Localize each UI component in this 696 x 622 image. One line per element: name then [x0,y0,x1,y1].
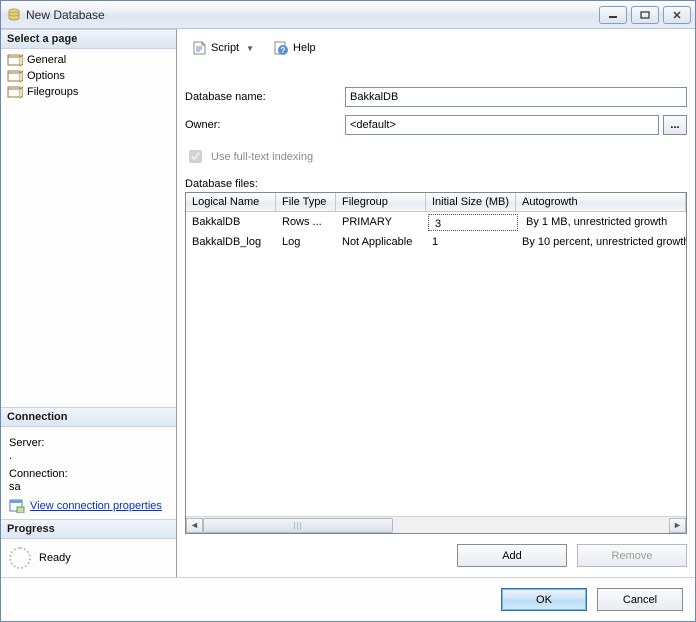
scroll-thumb[interactable]: ||| [203,518,393,533]
progress-status: Ready [39,552,71,564]
close-button[interactable] [663,6,691,24]
server-value: . [9,450,168,462]
col-file-type[interactable]: File Type [276,193,336,211]
minimize-button[interactable] [599,6,627,24]
maximize-button[interactable] [631,6,659,24]
remove-button: Remove [577,544,687,567]
cell-logical-name[interactable]: BakkalDB_log [186,234,276,250]
properties-icon [9,499,25,513]
fulltext-row: Use full-text indexing [185,137,687,174]
help-button[interactable]: ? Help [267,37,322,59]
cell-autogrowth[interactable]: By 1 MB, unrestricted growth [520,214,686,230]
cell-filegroup[interactable]: Not Applicable [336,234,426,250]
titlebar: New Database [1,1,695,29]
server-label: Server: [9,437,168,449]
col-initial-size[interactable]: Initial Size (MB) [426,193,516,211]
connection-header: Connection [1,407,176,427]
main-panel: Script ▼ ? Help Database name: Owner: .. [177,29,695,577]
fulltext-checkbox [189,150,202,163]
spinner-icon [9,547,31,569]
cell-initial-size[interactable]: 1 [426,234,516,250]
scroll-left-button[interactable]: ◄ [186,518,203,533]
select-page-header: Select a page [1,29,176,49]
page-item-filegroups[interactable]: Filegroups [1,84,176,100]
page-item-label: Filegroups [27,86,78,98]
database-files-label: Database files: [185,174,687,192]
col-autogrowth[interactable]: Autogrowth [516,193,686,211]
script-button[interactable]: Script ▼ [185,37,263,59]
toolbar: Script ▼ ? Help [185,35,687,67]
grid-body: BakkalDB Rows ... PRIMARY 3 By 1 MB, unr… [186,212,686,516]
page-item-general[interactable]: General [1,52,176,68]
connection-body: Server: . Connection: sa View connection… [1,427,176,519]
cell-initial-size[interactable]: 3 [428,214,518,231]
scroll-track[interactable]: ||| [203,518,669,533]
database-files-grid[interactable]: Logical Name File Type Filegroup Initial… [185,192,687,534]
scroll-right-button[interactable]: ► [669,518,686,533]
horizontal-scrollbar[interactable]: ◄ ||| ► [186,516,686,533]
page-item-label: General [27,54,66,66]
table-row[interactable]: BakkalDB_log Log Not Applicable 1 By 10 … [186,232,686,252]
owner-label: Owner: [185,119,345,131]
cell-autogrowth[interactable]: By 10 percent, unrestricted growth [516,234,686,250]
col-logical-name[interactable]: Logical Name [186,193,276,211]
table-row[interactable]: BakkalDB Rows ... PRIMARY 3 By 1 MB, unr… [186,212,686,232]
svg-text:?: ? [281,46,286,55]
dialog-footer: OK Cancel [1,577,695,621]
cancel-button[interactable]: Cancel [597,588,683,611]
chevron-down-icon[interactable]: ▼ [243,44,257,53]
progress-body: Ready [1,539,176,577]
page-icon [7,53,23,67]
cell-logical-name[interactable]: BakkalDB [186,214,276,230]
page-icon [7,85,23,99]
ok-button[interactable]: OK [501,588,587,611]
grid-header: Logical Name File Type Filegroup Initial… [186,193,686,212]
db-name-input[interactable] [345,87,687,107]
help-icon: ? [273,40,289,56]
help-label: Help [293,42,316,54]
window-title: New Database [26,8,599,22]
col-filegroup[interactable]: Filegroup [336,193,426,211]
page-icon [7,69,23,83]
page-item-label: Options [27,70,65,82]
page-item-options[interactable]: Options [1,68,176,84]
cell-file-type[interactable]: Rows ... [276,214,336,230]
sidebar: Select a page General Options [1,29,177,577]
script-icon [191,40,207,56]
cell-filegroup[interactable]: PRIMARY [336,214,426,230]
connection-value: sa [9,481,168,493]
cell-file-type[interactable]: Log [276,234,336,250]
view-connection-properties-link[interactable]: View connection properties [30,500,162,512]
script-label: Script [211,42,239,54]
add-button[interactable]: Add [457,544,567,567]
page-list: General Options Filegroups [1,49,176,103]
connection-label: Connection: [9,468,168,480]
db-name-label: Database name: [185,91,345,103]
database-icon [7,8,21,22]
new-database-window: New Database Select a page General [0,0,696,622]
owner-input[interactable] [345,115,659,135]
progress-header: Progress [1,519,176,539]
owner-browse-button[interactable]: ... [663,115,687,135]
fulltext-label: Use full-text indexing [211,151,313,163]
